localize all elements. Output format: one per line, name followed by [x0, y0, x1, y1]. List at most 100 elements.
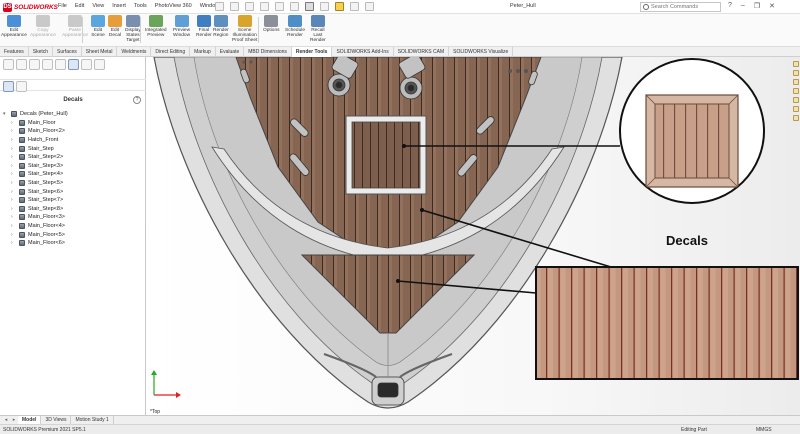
- decal-tree-item[interactable]: › Stair_Step<8>: [0, 205, 146, 214]
- task-pane-resources-icon[interactable]: [793, 61, 799, 67]
- save-icon[interactable]: [245, 2, 254, 11]
- tab-weldments[interactable]: Weldments: [117, 47, 152, 57]
- display-states-button[interactable]: Display States Target: [125, 15, 141, 44]
- render-region-button[interactable]: Render Region: [213, 15, 229, 38]
- open-icon[interactable]: [230, 2, 239, 11]
- help-icon[interactable]: ?: [728, 2, 732, 10]
- tab-model[interactable]: Model: [18, 416, 42, 424]
- decal-tree-item[interactable]: › Stair_Step<6>: [0, 187, 146, 196]
- feature-manager-icon[interactable]: [3, 59, 14, 70]
- decal-tree-item[interactable]: › Stair_Step: [0, 144, 146, 153]
- tab-surfaces[interactable]: Surfaces: [53, 47, 82, 57]
- decal-view-icon[interactable]: [16, 81, 27, 92]
- traffic-light-icon[interactable]: [335, 2, 344, 11]
- expand-arrow-icon[interactable]: ›: [11, 206, 13, 212]
- tab-solidworks-add-ins[interactable]: SOLIDWORKS Add-Ins: [332, 47, 394, 57]
- scene-illumination-button[interactable]: Scene Illumination Proof Sheet: [232, 15, 257, 44]
- preview-window-button[interactable]: Preview Window: [173, 15, 190, 38]
- expand-arrow-icon[interactable]: ›: [11, 214, 13, 220]
- expand-arrow-icon[interactable]: ›: [11, 128, 13, 134]
- tab-scroll-left-icon[interactable]: ◂: [2, 416, 10, 424]
- menu-edit[interactable]: Edit: [75, 3, 84, 9]
- visualize-icon[interactable]: [94, 59, 105, 70]
- final-render-button[interactable]: Final Render: [196, 15, 212, 38]
- redo-icon[interactable]: [290, 2, 299, 11]
- decal-tree-item[interactable]: › Main_Floor<3>: [0, 213, 146, 222]
- search-input[interactable]: [651, 4, 715, 10]
- decal-tree-item[interactable]: › Stair_Step<3>: [0, 162, 146, 171]
- expand-arrow-icon[interactable]: ›: [11, 120, 13, 126]
- task-pane-view-palette-icon[interactable]: [793, 88, 799, 94]
- expand-arrow-icon[interactable]: ›: [11, 171, 13, 177]
- integrated-preview-button[interactable]: Integrated Preview: [145, 15, 167, 38]
- tab-evaluate[interactable]: Evaluate: [216, 47, 245, 57]
- copy-appearance-button[interactable]: Copy Appearance: [30, 15, 56, 38]
- tab-sketch[interactable]: Sketch: [29, 47, 54, 57]
- options-button[interactable]: Options: [263, 15, 280, 33]
- panel-help-icon[interactable]: ?: [133, 96, 141, 104]
- file-properties-icon[interactable]: [350, 2, 359, 11]
- select-arrow-icon[interactable]: [305, 2, 314, 11]
- decal-tree-item[interactable]: › Stair_Step<2>: [0, 153, 146, 162]
- property-manager-icon[interactable]: [16, 59, 27, 70]
- decal-tree-item[interactable]: › Main_Floor<4>: [0, 222, 146, 231]
- print-icon[interactable]: [260, 2, 269, 11]
- menu-view[interactable]: View: [92, 3, 104, 9]
- new-icon[interactable]: [215, 2, 224, 11]
- tab-sheet-metal[interactable]: Sheet Metal: [82, 47, 118, 57]
- tree-root[interactable]: ▾ Decals (Peter_Hull): [0, 110, 146, 119]
- task-pane-forum-icon[interactable]: [793, 115, 799, 121]
- decal-tree-item[interactable]: › Main_Floor<5>: [0, 230, 146, 239]
- display-manager-icon[interactable]: [55, 59, 66, 70]
- paste-appearance-button[interactable]: Paste Appearance: [62, 15, 88, 38]
- decal-tree-item[interactable]: › Main_Floor<2>: [0, 127, 146, 136]
- expand-arrow-icon[interactable]: ›: [11, 189, 13, 195]
- tab-motion-study[interactable]: Motion Study 1: [71, 416, 114, 424]
- graphics-area[interactable]: Decals *Top: [146, 57, 800, 415]
- menu-insert[interactable]: Insert: [112, 3, 126, 9]
- collapse-arrow-icon[interactable]: ▾: [3, 111, 6, 117]
- decal-tree-item[interactable]: › Stair_Step<7>: [0, 196, 146, 205]
- tab-solidworks-visualize[interactable]: SOLIDWORKS Visualize: [449, 47, 514, 57]
- task-pane-explorer-icon[interactable]: [793, 79, 799, 85]
- edit-decal-button[interactable]: Edit Decal: [108, 15, 122, 38]
- units-selector[interactable]: MMGS: [756, 427, 772, 433]
- dimxpert-manager-icon[interactable]: [42, 59, 53, 70]
- expand-arrow-icon[interactable]: ›: [11, 146, 13, 152]
- search-commands[interactable]: [640, 2, 721, 12]
- task-pane-appearances-icon[interactable]: [793, 97, 799, 103]
- expand-arrow-icon[interactable]: ›: [11, 137, 13, 143]
- task-pane-library-icon[interactable]: [793, 70, 799, 76]
- expand-arrow-icon[interactable]: ›: [11, 154, 13, 160]
- tab-mbd-dimensions[interactable]: MBD Dimensions: [244, 47, 292, 57]
- tab-direct-editing[interactable]: Direct Editing: [151, 47, 191, 57]
- recall-render-button[interactable]: Recall Last Render: [310, 15, 326, 44]
- minimize-icon[interactable]: –: [741, 2, 745, 10]
- menu-file[interactable]: File: [58, 3, 67, 9]
- edit-appearance-button[interactable]: Edit Appearance: [1, 15, 27, 38]
- menu-tools[interactable]: Tools: [134, 3, 147, 9]
- tab-markup[interactable]: Markup: [190, 47, 216, 57]
- expand-arrow-icon[interactable]: ›: [11, 163, 13, 169]
- expand-arrow-icon[interactable]: ›: [11, 240, 13, 246]
- task-pane-custom-icon[interactable]: [793, 106, 799, 112]
- restore-icon[interactable]: ❐: [754, 2, 760, 10]
- expand-arrow-icon[interactable]: ›: [11, 232, 13, 238]
- appearance-view-icon[interactable]: [3, 81, 14, 92]
- tab-scroll-right-icon[interactable]: ▸: [10, 416, 18, 424]
- decal-tree-item[interactable]: › Hatch_Front: [0, 136, 146, 145]
- menu-photoview[interactable]: PhotoView 360: [155, 3, 192, 9]
- schedule-render-button[interactable]: Schedule Render: [285, 15, 305, 38]
- decal-tree-item[interactable]: › Stair_Step<4>: [0, 170, 146, 179]
- tab-features[interactable]: Features: [0, 47, 29, 57]
- decal-tree-item[interactable]: › Main_Floor<6>: [0, 239, 146, 248]
- tab-render-tools[interactable]: Render Tools: [291, 47, 333, 57]
- undo-icon[interactable]: [275, 2, 284, 11]
- expand-arrow-icon[interactable]: ›: [11, 197, 13, 203]
- tab-3d-views[interactable]: 3D Views: [41, 416, 72, 424]
- solidworks-logo[interactable]: DS SOLIDWORKS: [3, 2, 58, 12]
- appearances-icon[interactable]: [68, 59, 79, 70]
- decal-tree-item[interactable]: › Stair_Step<5>: [0, 179, 146, 188]
- edit-scene-button[interactable]: Edit Scene: [91, 15, 105, 38]
- options-gear-icon[interactable]: [365, 2, 374, 11]
